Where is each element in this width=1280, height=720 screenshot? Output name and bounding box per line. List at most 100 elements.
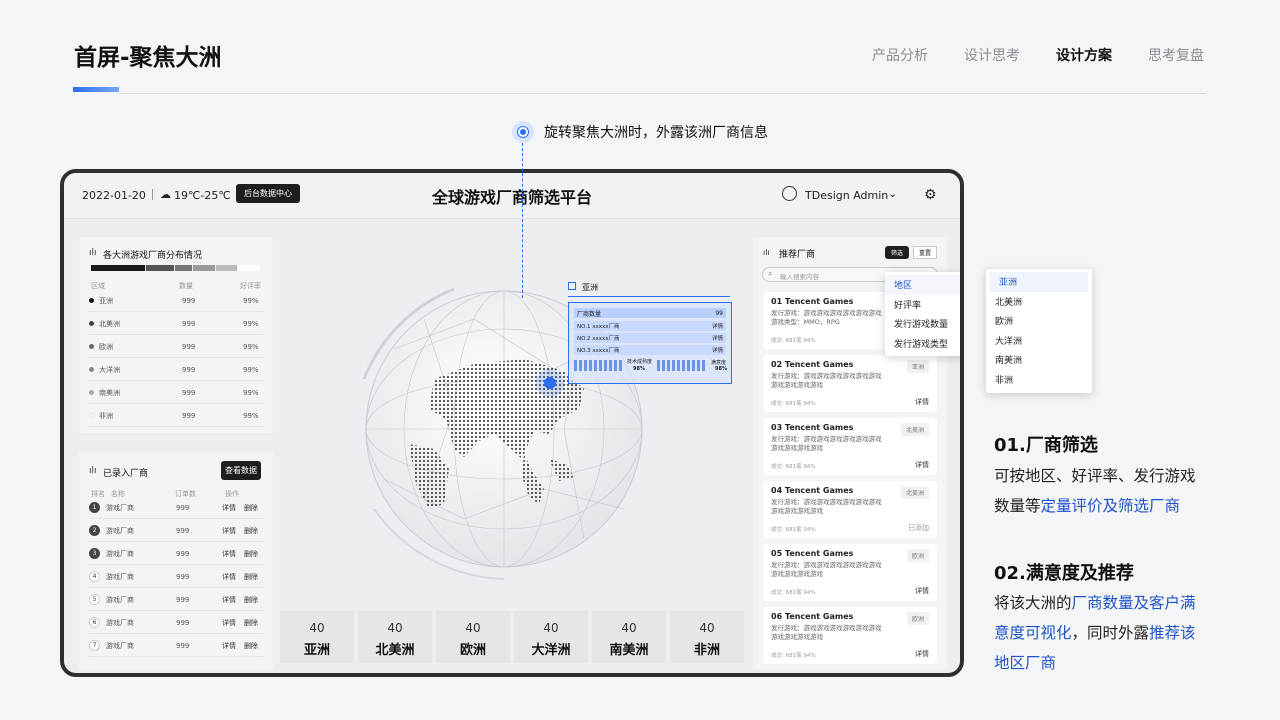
- detail-link[interactable]: 详情: [222, 526, 244, 536]
- region-count: 999: [182, 411, 196, 420]
- filter-option-game-type[interactable]: 发行游戏类型: [885, 334, 960, 354]
- detail-link[interactable]: 详情: [222, 572, 244, 582]
- continent-name: 亚洲: [303, 643, 330, 658]
- reset-button[interactable]: 重置: [913, 246, 937, 259]
- nav-review[interactable]: 思考复盘: [1148, 45, 1204, 65]
- vendor-card-line: 游戏游戏游戏游戏: [771, 507, 823, 515]
- vendor-orders: 999: [176, 641, 190, 650]
- continent-tile[interactable]: 40 南美洲: [592, 611, 666, 663]
- continent-tile[interactable]: 40 北美洲: [358, 611, 432, 663]
- user-name[interactable]: TDesign Admin: [805, 189, 888, 202]
- popup-vendor-row[interactable]: NO.3 xxxxx厂商 详情: [574, 345, 726, 355]
- vendor-card-action[interactable]: 详情: [915, 586, 929, 596]
- vendor-card[interactable]: 02 Tencent Games 发行游戏：游戏游戏游戏游戏游戏游戏 游戏游戏游戏游…: [763, 355, 937, 412]
- continent-count: 40: [465, 621, 481, 635]
- view-data-button[interactable]: 查看数据: [221, 461, 261, 480]
- region-rate: 99%: [243, 388, 259, 397]
- filter-option-region[interactable]: 地区›: [885, 275, 960, 295]
- rank-badge: 5: [89, 594, 100, 605]
- delete-link[interactable]: 删除: [244, 503, 258, 513]
- settings-icon[interactable]: ⚙: [924, 187, 937, 203]
- chevron-down-icon[interactable]: ⌄: [888, 187, 897, 200]
- region-name: 大洋洲: [99, 365, 120, 374]
- region-option[interactable]: 北美洲: [986, 292, 1092, 312]
- delete-link[interactable]: 删除: [244, 641, 258, 651]
- region-option[interactable]: 大洋洲: [986, 331, 1092, 351]
- nav-product-analysis[interactable]: 产品分析: [872, 45, 928, 65]
- stat1-label: 技术成熟度: [627, 359, 653, 365]
- dashboard-frame: 2022-01-20 ☁ 19℃-25℃ 后台数据中心 全球游戏厂商筛选平台 T…: [60, 169, 964, 677]
- vendor-card[interactable]: 04 Tencent Games 发行游戏：游戏游戏游戏游戏游戏游戏 游戏游戏游戏游…: [763, 481, 937, 538]
- vendor-name: 游戏厂商: [106, 572, 134, 581]
- region-option[interactable]: 非洲: [986, 370, 1092, 390]
- delete-link[interactable]: 删除: [244, 595, 258, 605]
- distribution-title: 各大洲游戏厂商分布情况: [103, 251, 203, 261]
- popup-vendor-row[interactable]: NO.2 xxxxx厂商 详情: [574, 333, 726, 343]
- detail-link[interactable]: 详情: [222, 641, 244, 651]
- vendor-card-line: 游戏游戏游戏游戏: [771, 633, 823, 641]
- region-rate: 99%: [243, 319, 259, 328]
- popup-detail-link[interactable]: 详情: [712, 334, 723, 342]
- continent-tile[interactable]: 40 亚洲: [280, 611, 354, 663]
- vendor-card-desc: 发行游戏：游戏游戏游戏游戏游戏游戏 游戏游戏游戏游戏: [771, 561, 929, 579]
- continent-tile[interactable]: 40 非洲: [670, 611, 744, 663]
- popup-detail-link[interactable]: 详情: [712, 346, 723, 354]
- detail-link[interactable]: 详情: [222, 549, 244, 559]
- vendor-card[interactable]: 06 Tencent Games 发行游戏：游戏游戏游戏游戏游戏游戏 游戏游戏游戏游…: [763, 607, 937, 664]
- vendor-card-action[interactable]: 详情: [915, 397, 929, 407]
- vendor-card-line: 发行游戏：游戏游戏游戏游戏游戏游戏: [771, 498, 882, 506]
- nav-design-thinking[interactable]: 设计思考: [964, 45, 1020, 65]
- nav-design-solution[interactable]: 设计方案: [1056, 45, 1112, 65]
- filter-button[interactable]: 筛选: [885, 246, 909, 259]
- distribution-row: 北美洲 999 99%: [89, 313, 263, 335]
- vendor-orders: 999: [176, 572, 190, 581]
- region-option[interactable]: 南美洲: [986, 350, 1092, 370]
- delete-link[interactable]: 删除: [244, 549, 258, 559]
- vendor-card-desc: 发行游戏：游戏游戏游戏游戏游戏游戏 游戏游戏游戏游戏: [771, 435, 929, 453]
- entered-vendors-panel: ılı 已录入厂商 查看数据 排名 名称 订单数 操作 1 游戏厂商 999 详情 删除…: [79, 452, 273, 669]
- region-rate: 99%: [243, 365, 259, 374]
- vendor-card-action[interactable]: 详情: [915, 649, 929, 659]
- vendor-card-line: 游戏游戏游戏游戏: [771, 570, 823, 578]
- distribution-panel: ılı 各大洲游戏厂商分布情况 区域 数量 好评率 亚洲 999 99% 北美洲 999…: [79, 237, 273, 433]
- search-icon: ⌕: [768, 269, 773, 278]
- filter-option-rating[interactable]: 好评率: [885, 295, 960, 315]
- chart-icon: ılı: [89, 248, 97, 258]
- region-submenu: 亚洲 北美洲 欧洲 大洋洲 南美洲 非洲: [986, 269, 1092, 393]
- stat2-label: 满意度: [711, 360, 727, 366]
- detail-link[interactable]: 详情: [222, 595, 244, 605]
- continent-name: 南美洲: [609, 643, 649, 658]
- region-option[interactable]: 亚洲: [990, 272, 1088, 292]
- distribution-row: 欧洲 999 99%: [89, 336, 263, 358]
- popup-vendor-label: NO.1 xxxxx厂商: [577, 324, 620, 330]
- region-dot: [89, 344, 94, 349]
- recommend-title: 推荐厂商: [779, 250, 816, 260]
- delete-link[interactable]: 删除: [244, 572, 258, 582]
- vendor-card[interactable]: 03 Tencent Games 发行游戏：游戏游戏游戏游戏游戏游戏 游戏游戏游戏游…: [763, 418, 937, 475]
- continent-tile[interactable]: 40 欧洲: [436, 611, 510, 663]
- region-name: 南美洲: [99, 388, 120, 397]
- vendor-name: 游戏厂商: [106, 526, 134, 535]
- vendor-card[interactable]: 05 Tencent Games 发行游戏：游戏游戏游戏游戏游戏游戏 游戏游戏游戏游…: [763, 544, 937, 601]
- delete-link[interactable]: 删除: [244, 618, 258, 628]
- vendor-card-action[interactable]: 详情: [915, 460, 929, 470]
- detail-link[interactable]: 详情: [222, 618, 244, 628]
- vendor-card-meta: 成交: 681笔 94%: [771, 338, 816, 344]
- popup-detail-link[interactable]: 详情: [712, 322, 723, 330]
- delete-link[interactable]: 删除: [244, 526, 258, 536]
- vendor-card-line: 发行游戏：游戏游戏游戏游戏游戏游戏: [771, 435, 882, 443]
- divider: [119, 93, 1206, 94]
- region-rate: 99%: [243, 296, 259, 305]
- region-name: 北美洲: [99, 319, 120, 328]
- popup-vendor-row[interactable]: NO.1 xxxxx厂商 详情: [574, 321, 726, 331]
- region-option[interactable]: 欧洲: [986, 311, 1092, 331]
- filter-dropdown: 地区› 好评率 发行游戏数量 发行游戏类型: [885, 272, 960, 356]
- filter-option-game-count[interactable]: 发行游戏数量: [885, 314, 960, 334]
- distribution-bar: [91, 265, 260, 271]
- region-name: 欧洲: [99, 342, 113, 351]
- detail-link[interactable]: 详情: [222, 503, 244, 513]
- continent-tile[interactable]: 40 大洋洲: [514, 611, 588, 663]
- vendor-card-line: 发行游戏：游戏游戏游戏游戏游戏游戏: [771, 372, 882, 380]
- vendor-card-action[interactable]: 已添加: [908, 523, 929, 533]
- distribution-row: 大洋洲 999 99%: [89, 359, 263, 381]
